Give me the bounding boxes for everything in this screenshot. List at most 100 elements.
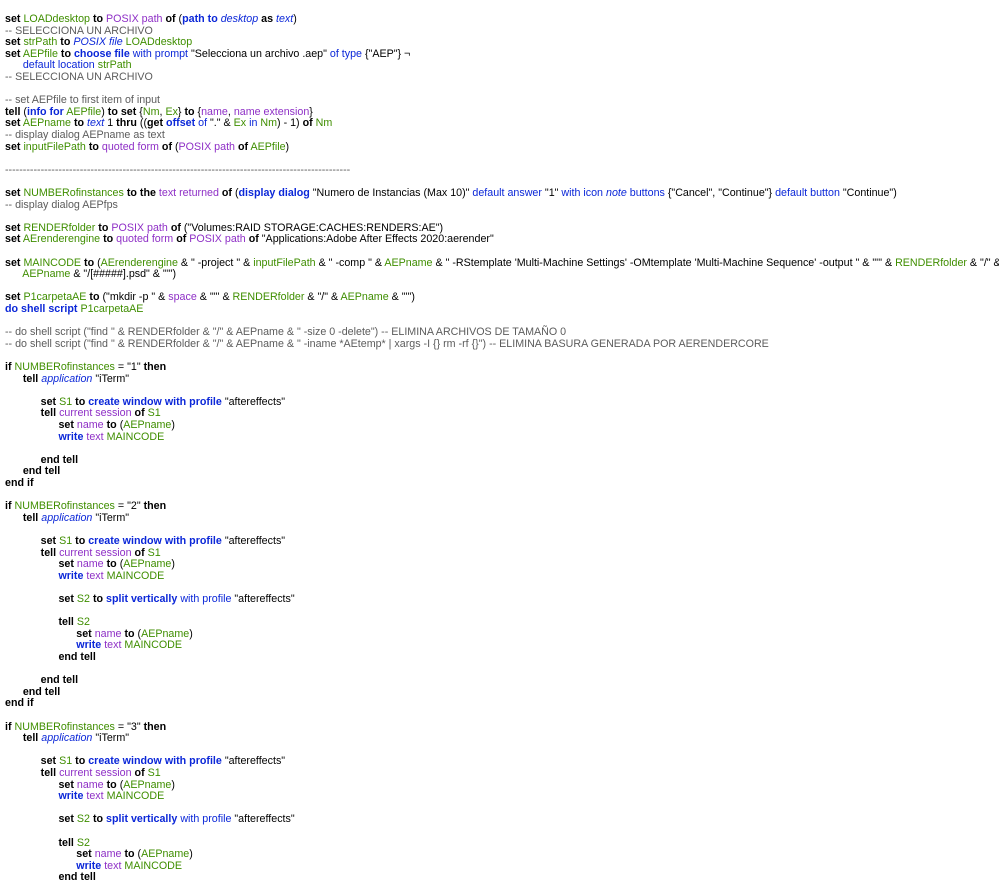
code-token-text: "aftereffects"	[221, 755, 286, 768]
code-line: write text MAINCODE	[5, 431, 995, 444]
code-token-keyword: to	[92, 13, 104, 25]
code-token-text: "iTerm"	[92, 732, 130, 745]
code-token-keyword: set	[58, 593, 74, 605]
code-token-keyword: tell	[40, 546, 57, 559]
code-token-keyword: to	[107, 105, 118, 118]
code-token-text: "Continue")	[839, 187, 897, 199]
code-token-text: ((	[136, 117, 148, 130]
code-token-variable: strPath	[97, 59, 132, 72]
code-token-text: & "/" &	[304, 291, 341, 304]
code-line: -- SELECCIONA UN ARCHIVO	[5, 71, 995, 84]
code-token-property: name	[94, 627, 122, 640]
code-token-text: & "'")	[388, 291, 415, 304]
code-token-variable: AEPname	[141, 627, 190, 640]
code-token-variable: P1carpetaAE	[80, 303, 144, 315]
code-token-text: {"AEP"} ¬	[362, 47, 411, 60]
code-token-variable: Ex	[233, 117, 247, 130]
code-token-text: "aftereffects"	[231, 813, 295, 826]
code-token-command: write	[76, 639, 102, 652]
code-token-text: )	[285, 140, 290, 153]
code-line: set inputFilePath to quoted form of (POS…	[5, 141, 995, 154]
code-token-command: path to	[182, 13, 218, 25]
code-line: write text MAINCODE	[5, 570, 995, 583]
code-token-keyword: of	[176, 233, 187, 246]
code-token-text: = "2"	[114, 500, 144, 513]
code-token-keyword: of	[134, 407, 145, 420]
code-token-variable: AEPname	[123, 419, 172, 431]
code-token-variable: MAINCODE	[106, 430, 165, 443]
code-token-text: ("mkdir -p " &	[99, 291, 169, 304]
code-token-variable: AEPfile	[22, 47, 58, 60]
code-token-text: & "'" &	[196, 291, 233, 304]
code-token-property: POSIX path	[111, 221, 168, 234]
code-token-class: note	[606, 187, 627, 199]
code-token-text: "aftereffects"	[221, 535, 286, 547]
code-token-comment: -- display dialog AEPname as text	[5, 129, 165, 141]
code-token-keyword: set	[5, 36, 21, 49]
code-token-class: application	[41, 511, 93, 524]
code-token-variable: AEPname	[123, 778, 172, 791]
code-token-command: write	[58, 430, 84, 443]
code-token-keyword: to	[98, 221, 109, 234]
code-token-variable: NUMBERofinstances	[23, 187, 124, 199]
script-editor-text-area[interactable]: set LOADdesktop to POSIX path of (path t…	[0, 0, 999, 882]
code-token-keyword: end tell	[58, 651, 96, 663]
code-token-text: "iTerm"	[92, 511, 130, 524]
code-token-command: write	[58, 790, 84, 803]
code-token-command: create window with profile	[88, 535, 222, 547]
code-token-keyword: end tell	[22, 465, 61, 478]
code-token-property: POSIX path	[178, 140, 235, 153]
code-token-keyword: tell	[40, 407, 57, 420]
code-token-keyword: set	[5, 233, 21, 246]
code-token-keyword: set	[58, 419, 74, 431]
code-token-property: current session	[59, 767, 132, 779]
code-token-command: create window with profile	[88, 755, 222, 768]
code-token-variable: MAINCODE	[124, 859, 183, 872]
code-line: tell application "iTerm"	[5, 732, 995, 745]
code-token-variable: AErenderengine	[22, 233, 101, 246]
code-token-variable: S2	[76, 593, 90, 605]
code-token-keyword: as	[261, 13, 274, 25]
code-token-variable: inputFilePath	[253, 256, 316, 269]
code-token-keyword: end tell	[40, 453, 79, 466]
code-token-command: offset	[166, 117, 196, 130]
code-token-keyword: set	[120, 105, 137, 118]
code-token-variable: S1	[147, 407, 161, 420]
code-token-property: text	[86, 569, 104, 582]
code-token-variable: Nm	[142, 105, 160, 118]
code-token-keyword: set	[5, 140, 21, 153]
code-token-property: name extension	[233, 105, 310, 118]
code-token-command: do shell script	[5, 303, 78, 315]
code-token-text: & " -comp " &	[315, 256, 385, 269]
code-token-variable: AEPname	[141, 848, 190, 861]
code-token-keyword: get	[147, 117, 164, 130]
code-token-keyword: set	[5, 117, 21, 130]
code-token-keyword: end tell	[22, 685, 61, 698]
code-token-property: text	[86, 790, 104, 803]
code-token-keyword: tell	[58, 836, 74, 849]
code-token-text: )	[189, 848, 193, 861]
code-line: set S2 to split vertically with profile …	[5, 593, 995, 606]
code-token-parameter: of type	[329, 47, 362, 60]
code-token-variable: S1	[59, 755, 73, 768]
code-token-keyword: to	[106, 558, 117, 571]
code-token-keyword: to	[60, 47, 71, 60]
code-token-keyword: set	[58, 813, 74, 826]
code-token-variable: inputFilePath	[23, 140, 86, 153]
code-token-parameter: with icon	[561, 187, 604, 199]
code-token-variable: AEPfile	[66, 105, 102, 118]
code-token-variable: LOADdesktop	[125, 36, 193, 49]
code-token-keyword: of	[221, 187, 232, 199]
code-token-comment: -- set AEPfile to first item of input	[5, 94, 161, 107]
code-token-variable: RENDERfolder	[232, 291, 305, 304]
code-token-keyword: to	[75, 755, 86, 768]
code-token-keyword: set	[5, 13, 21, 25]
code-token-keyword: tell	[22, 732, 39, 745]
code-token-comment: -- do shell script ("find " & RENDERfold…	[5, 337, 769, 350]
code-token-property: text	[104, 639, 122, 652]
